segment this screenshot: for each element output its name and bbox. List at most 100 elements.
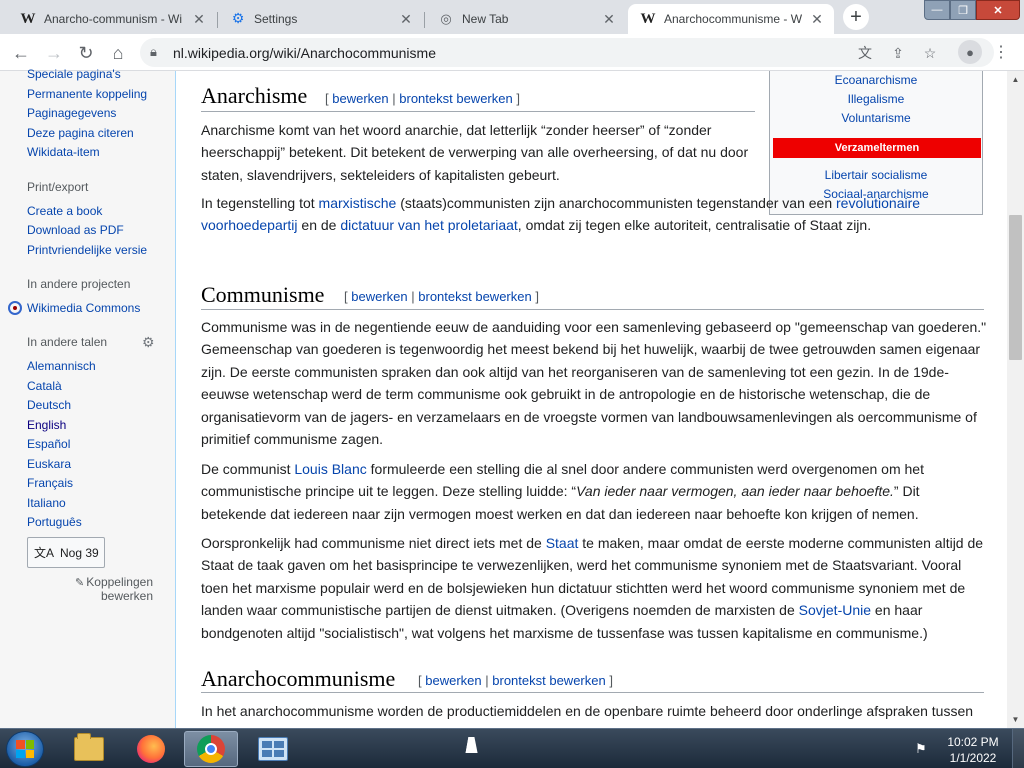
sidebar-link-printable[interactable]: Printvriendelijke versie bbox=[27, 243, 147, 257]
bookmark-star-icon[interactable]: ☆ bbox=[920, 43, 940, 63]
article-link[interactable]: Sovjet-Unie bbox=[799, 602, 871, 618]
edit-link[interactable]: bewerken bbox=[332, 91, 388, 106]
bracket: [ bbox=[418, 673, 422, 688]
lang-link-deutsch[interactable]: Deutsch bbox=[27, 398, 71, 412]
lang-link-catala[interactable]: Català bbox=[27, 379, 62, 393]
paragraph: In tegenstelling tot marxistische (staat… bbox=[201, 192, 987, 237]
sidebar-link-permalink[interactable]: Permanente koppeling bbox=[27, 87, 147, 101]
show-desktop-button[interactable] bbox=[1012, 729, 1024, 768]
paragraph: De communist Louis Blanc formuleerde een… bbox=[201, 458, 987, 525]
sidebar-link-create-book[interactable]: Create a book bbox=[27, 204, 102, 218]
tab-anarcho-communism-en[interactable]: W Anarcho-communism - Wi ✕ bbox=[8, 4, 216, 34]
tab-separator bbox=[424, 12, 425, 28]
menu-kebab-icon[interactable]: ⋮ bbox=[993, 40, 1009, 64]
scrollbar-thumb[interactable] bbox=[1009, 215, 1022, 360]
separator: | bbox=[411, 289, 415, 304]
infobox-link[interactable]: Voluntarisme bbox=[770, 111, 982, 125]
minimize-button[interactable]: — bbox=[924, 0, 950, 20]
lang-link-english[interactable]: English bbox=[27, 418, 66, 432]
close-icon[interactable]: ✕ bbox=[190, 10, 208, 28]
vertical-scrollbar[interactable] bbox=[1007, 71, 1024, 728]
system-clock[interactable]: 10:02 PM 1/1/2022 bbox=[940, 734, 1006, 766]
translate-icon[interactable]: 文 bbox=[855, 43, 875, 63]
chrome-icon bbox=[197, 735, 225, 763]
infobox-section-header: Verzameltermen bbox=[773, 138, 981, 158]
source-edit-link[interactable]: brontekst bewerken bbox=[492, 673, 605, 688]
tab-anarchocommunisme-nl[interactable]: W Anarchocommunisme - W ✕ bbox=[628, 4, 834, 34]
article-link[interactable]: Louis Blanc bbox=[294, 461, 366, 477]
bracket: [ bbox=[325, 91, 329, 106]
windows-taskbar: ⚑ 10:02 PM 1/1/2022 bbox=[0, 728, 1024, 768]
maximize-button[interactable]: ❐ bbox=[950, 0, 976, 20]
lang-link-italiano[interactable]: Italiano bbox=[27, 496, 66, 510]
source-edit-link[interactable]: brontekst bewerken bbox=[418, 289, 531, 304]
more-languages-button[interactable]: 文A Nog 39 bbox=[27, 537, 105, 568]
gear-icon[interactable]: ⚙ bbox=[142, 334, 155, 351]
paragraph-text: Communisme was in de negentiende eeuw de… bbox=[201, 319, 987, 448]
sidebar-link-commons[interactable]: Wikimedia Commons bbox=[27, 301, 140, 315]
tab-settings[interactable]: ⚙ Settings ✕ bbox=[218, 4, 423, 34]
paragraph: In het anarchocommunisme worden de produ… bbox=[201, 700, 987, 722]
paragraph-text: De communist bbox=[201, 461, 295, 477]
heading-rule bbox=[201, 309, 984, 310]
start-button[interactable] bbox=[6, 731, 44, 767]
firefox-icon bbox=[137, 735, 165, 763]
forward-icon[interactable]: → bbox=[41, 40, 67, 66]
reload-icon[interactable]: ↻ bbox=[73, 40, 99, 66]
sidebar-heading-languages[interactable]: In andere talen bbox=[27, 335, 107, 349]
edit-link[interactable]: bewerken bbox=[351, 289, 407, 304]
more-languages-label: Nog 39 bbox=[60, 545, 99, 560]
profile-avatar-icon[interactable]: ● bbox=[958, 40, 982, 64]
lang-link-alemannisch[interactable]: Alemannisch bbox=[27, 359, 96, 373]
edit-interlanguage-links[interactable]: ✎ Koppelingen bewerken bbox=[60, 576, 153, 603]
window-close-button[interactable]: ✕ bbox=[976, 0, 1020, 20]
infobox-link[interactable]: Ecoanarchisme bbox=[770, 73, 982, 87]
paragraph: Communisme was in de negentiende eeuw de… bbox=[201, 316, 987, 450]
browser-toolbar: ← → ↻ ⌂ 🔒︎ nl.wikipedia.org/wiki/Anarcho… bbox=[0, 34, 1024, 71]
scroll-down-arrow-icon[interactable]: ▼ bbox=[1007, 711, 1024, 728]
control-panel-taskbar-button[interactable] bbox=[246, 731, 300, 767]
edit-link[interactable]: bewerken bbox=[425, 673, 481, 688]
sidebar-link-download-pdf[interactable]: Download as PDF bbox=[27, 223, 124, 237]
sidebar-link-wikidata[interactable]: Wikidata-item bbox=[27, 145, 100, 159]
home-icon[interactable]: ⌂ bbox=[105, 40, 131, 66]
separator: | bbox=[392, 91, 396, 106]
sidebar-link-cite[interactable]: Deze pagina citeren bbox=[27, 126, 134, 140]
file-explorer-taskbar-button[interactable] bbox=[62, 731, 116, 767]
scroll-up-arrow-icon[interactable]: ▲ bbox=[1007, 71, 1024, 88]
share-icon[interactable]: ⇪ bbox=[888, 43, 908, 63]
lang-link-espanol[interactable]: Español bbox=[27, 437, 70, 451]
lang-link-portugues[interactable]: Português bbox=[27, 515, 82, 529]
source-edit-link[interactable]: brontekst bewerken bbox=[399, 91, 512, 106]
sidebar-heading-projects[interactable]: In andere projecten bbox=[27, 277, 130, 291]
article-link[interactable]: marxistische bbox=[319, 195, 397, 211]
close-icon[interactable]: ✕ bbox=[397, 10, 415, 28]
article-link[interactable]: Staat bbox=[546, 535, 579, 551]
paragraph-text: In het anarchocommunisme worden de produ… bbox=[201, 703, 974, 719]
bracket: ] bbox=[535, 289, 539, 304]
address-text[interactable]: nl.wikipedia.org/wiki/Anarchocommunisme bbox=[173, 45, 436, 61]
sidebar-link-special-pages[interactable]: Speciale pagina's bbox=[27, 67, 121, 81]
tab-new-tab[interactable]: ◎ New Tab ✕ bbox=[426, 4, 626, 34]
infobox-link[interactable]: Libertair socialisme bbox=[770, 168, 982, 182]
paragraph-text: (staats)communisten zijn anarchocommunis… bbox=[396, 195, 837, 211]
action-center-flag-icon[interactable]: ⚑ bbox=[915, 741, 927, 757]
lock-icon[interactable]: 🔒︎ bbox=[150, 44, 157, 60]
sidebar-heading-print[interactable]: Print/export bbox=[27, 180, 88, 194]
back-icon[interactable]: ← bbox=[8, 40, 34, 66]
sidebar-link-page-info[interactable]: Paginagegevens bbox=[27, 106, 116, 120]
lang-link-euskara[interactable]: Euskara bbox=[27, 457, 71, 471]
paragraph-text: , omdat zij tegen elke autoriteit, centr… bbox=[517, 217, 872, 234]
gear-icon: ⚙ bbox=[231, 11, 245, 27]
firefox-taskbar-button[interactable] bbox=[124, 731, 178, 767]
new-tab-button[interactable]: + bbox=[843, 4, 869, 30]
article-link[interactable]: dictatuur van het proletariaat bbox=[340, 217, 517, 233]
bracket: ] bbox=[609, 673, 613, 688]
tab-title: New Tab bbox=[462, 12, 509, 26]
lang-link-francais[interactable]: Français bbox=[27, 476, 73, 490]
close-icon[interactable]: ✕ bbox=[600, 10, 618, 28]
address-bar[interactable]: 🔒︎ nl.wikipedia.org/wiki/Anarchocommunis… bbox=[140, 38, 994, 67]
infobox-link[interactable]: Illegalisme bbox=[770, 92, 982, 106]
close-icon[interactable]: ✕ bbox=[808, 10, 826, 28]
chrome-taskbar-button[interactable] bbox=[184, 731, 238, 767]
